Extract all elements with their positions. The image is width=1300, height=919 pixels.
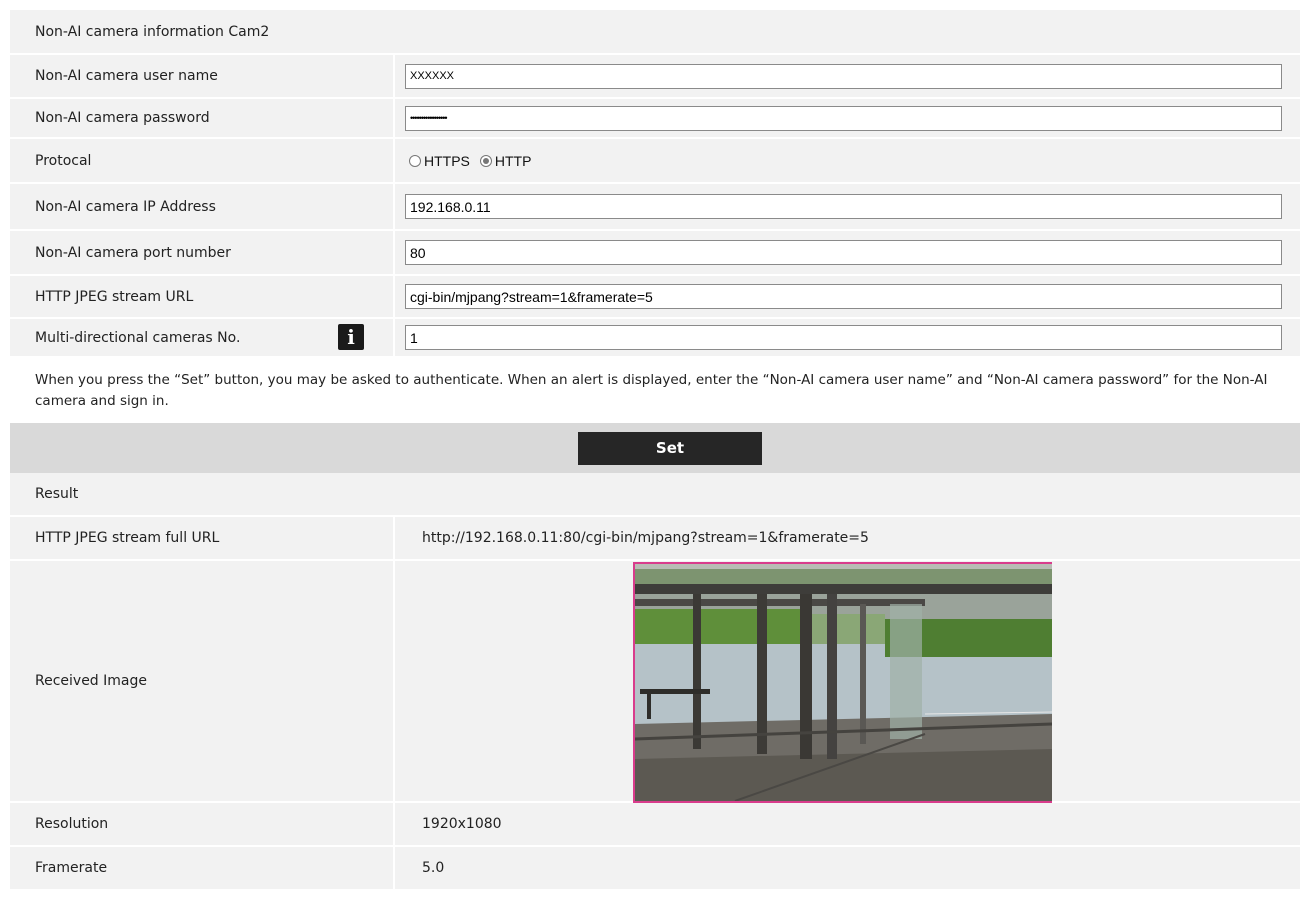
stream-url-row: HTTP JPEG stream URL [10,276,1300,319]
user-name-input[interactable] [405,63,1282,89]
multi-dir-label-cell: Multi-directional cameras No. i [10,319,395,356]
radio-http[interactable] [479,154,492,167]
received-image-row: Received Image [10,561,1300,803]
full-url-row: HTTP JPEG stream full URL http://192.168… [10,517,1300,561]
stream-url-input[interactable] [405,284,1282,309]
port-input[interactable] [405,240,1282,265]
framerate-label: Framerate [10,847,395,889]
result-header: Result [10,473,1300,517]
received-image-label: Received Image [10,561,395,801]
port-label: Non-AI camera port number [10,231,395,274]
radio-http-label[interactable]: HTTP [495,153,532,169]
ip-address-input[interactable] [405,194,1282,219]
user-name-label: Non-AI camera user name [10,55,395,97]
framerate-value: 5.0 [422,860,445,876]
section-header: Non-AI camera information Cam2 [10,10,1300,55]
full-url-value: http://192.168.0.11:80/cgi-bin/mjpang?st… [422,530,869,546]
resolution-label: Resolution [10,803,395,845]
set-bar: Set [10,423,1300,473]
password-input[interactable] [405,105,1282,131]
radio-https[interactable] [409,154,421,167]
user-name-row: Non-AI camera user name [10,55,1300,99]
multi-dir-row: Multi-directional cameras No. i [10,319,1300,358]
password-label: Non-AI camera password [10,99,395,137]
camera-settings-panel: Non-AI camera information Cam2 Non-AI ca… [10,10,1300,891]
multi-dir-label: Multi-directional cameras No. [35,329,241,346]
stream-url-label: HTTP JPEG stream URL [10,276,395,317]
protocol-label: Protocal [10,139,395,182]
password-row: Non-AI camera password [10,99,1300,139]
resolution-row: Resolution 1920x1080 [10,803,1300,847]
ip-address-label: Non-AI camera IP Address [10,184,395,229]
result-title: Result [35,486,79,502]
protocol-radio-group: HTTPS HTTP [405,153,541,169]
protocol-row: Protocal HTTPS HTTP [10,139,1300,184]
authentication-note: When you press the “Set” button, you may… [10,358,1300,423]
set-button[interactable]: Set [578,431,762,465]
port-row: Non-AI camera port number [10,231,1300,276]
multi-dir-input[interactable] [405,325,1282,350]
info-icon[interactable]: i [338,324,364,350]
resolution-value: 1920x1080 [422,816,502,832]
radio-https-label[interactable]: HTTPS [424,153,470,169]
received-image [633,562,1052,803]
section-title: Non-AI camera information Cam2 [35,23,270,40]
ip-address-row: Non-AI camera IP Address [10,184,1300,231]
framerate-row: Framerate 5.0 [10,847,1300,891]
full-url-label: HTTP JPEG stream full URL [10,517,395,559]
